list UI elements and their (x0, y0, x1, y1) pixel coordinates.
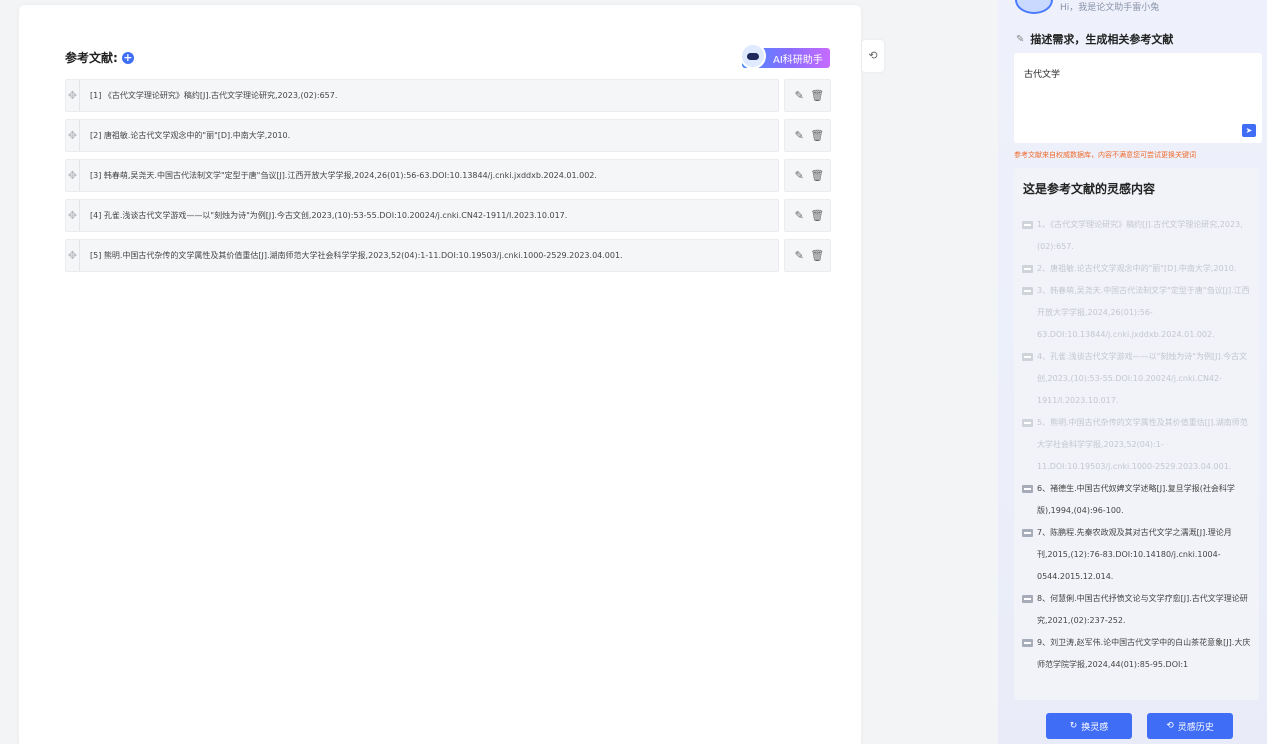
reference-actions: ✎ 🗑 (784, 239, 831, 272)
change-inspiration-label: 换灵感 (1081, 722, 1109, 733)
inspiration-text: 5、熊明.中国古代杂传的文学属性及其价值重估[J].湖南师范大学社会科学学报,2… (1037, 418, 1248, 471)
inspiration-item[interactable]: 8、何慧俐.中国古代抒愤文论与文学疗愈[J].古代文学理论研究,2021,(02… (1022, 588, 1252, 632)
send-icon[interactable]: ➤ (1242, 124, 1256, 137)
source-notice: 参考文献来自权威数据库，内容不满意您可尝试更换关键词 (1014, 151, 1196, 159)
insert-icon[interactable] (1022, 353, 1033, 361)
inspiration-item[interactable]: 5、熊明.中国古代杂传的文学属性及其价值重估[J].湖南师范大学社会科学学报,2… (1022, 412, 1252, 478)
insert-icon[interactable] (1022, 287, 1033, 295)
pen-icon: ✎ (1016, 33, 1025, 45)
inspiration-text: 1、《古代文学理论研究》稿约[J].古代文学理论研究,2023,(02):657… (1037, 220, 1243, 251)
edit-icon[interactable]: ✎ (794, 209, 805, 222)
inspiration-list: 1、《古代文学理论研究》稿约[J].古代文学理论研究,2023,(02):657… (1022, 214, 1252, 676)
assistant-avatar (1015, 0, 1053, 14)
insert-icon[interactable] (1022, 265, 1033, 273)
reference-row: ✥ [4] 孔雀.浅谈古代文学游戏——以"刻烛为诗"为例[J].今古文创,202… (65, 199, 831, 232)
delete-icon[interactable]: 🗑 (810, 249, 824, 262)
references-title: 参考文献: (65, 51, 118, 65)
reference-item[interactable]: ✥ [4] 孔雀.浅谈古代文学游戏——以"刻烛为诗"为例[J].今古文创,202… (65, 199, 779, 232)
inspiration-text: 6、褚德生.中国古代奴婢文学述略[J].复旦学报(社会科学版),1994,(04… (1037, 484, 1235, 515)
reference-row: ✥ [3] 韩春萌,吴尧天.中国古代法制文学"定型于唐"刍议[J].江西开放大学… (65, 159, 831, 192)
reference-row: ✥ [2] 唐祖敏.论古代文学观念中的"丽"[D].中南大学,2010. ✎ 🗑 (65, 119, 831, 152)
reference-text: [4] 孔雀.浅谈古代文学游戏——以"刻烛为诗"为例[J].今古文创,2023,… (90, 211, 568, 220)
insert-icon[interactable] (1022, 639, 1033, 647)
reference-actions: ✎ 🗑 (784, 119, 831, 152)
reference-actions: ✎ 🗑 (784, 199, 831, 232)
edit-icon[interactable]: ✎ (794, 169, 805, 182)
delete-icon[interactable]: 🗑 (810, 89, 824, 102)
inspiration-item[interactable]: 4、孔雀.浅谈古代文学游戏——以"刻烛为诗"为例[J].今古文创,2023,(1… (1022, 346, 1252, 412)
delete-icon[interactable]: 🗑 (810, 169, 824, 182)
reference-item[interactable]: ✥ [2] 唐祖敏.论古代文学观念中的"丽"[D].中南大学,2010. (65, 119, 779, 152)
reference-text: [1] 《古代文学理论研究》稿约[J].古代文学理论研究,2023,(02):6… (90, 91, 338, 100)
history-icon: ⟲ (1166, 721, 1174, 731)
insert-icon[interactable] (1022, 595, 1033, 603)
ai-assistant-label: AI科研助手 (773, 54, 823, 66)
inspiration-text: 7、陈鹏程.先秦农政观及其对古代文学之濡溉[J].理论月刊,2015,(12):… (1037, 528, 1232, 581)
ai-assistant-button[interactable]: AI科研助手 (740, 43, 830, 69)
requirement-input[interactable]: 古代文学 ➤ (1014, 53, 1262, 143)
reference-actions: ✎ 🗑 (784, 159, 831, 192)
inspiration-text: 8、何慧俐.中国古代抒愤文论与文学疗愈[J].古代文学理论研究,2021,(02… (1037, 594, 1248, 625)
edit-icon[interactable]: ✎ (794, 89, 805, 102)
inspiration-history-label: 灵感历史 (1177, 722, 1214, 733)
need-title-text: 描述需求，生成相关参考文献 (1030, 33, 1174, 46)
change-inspiration-button[interactable]: ↻ 换灵感 (1046, 713, 1132, 739)
inspiration-item[interactable]: 6、褚德生.中国古代奴婢文学述略[J].复旦学报(社会科学版),1994,(04… (1022, 478, 1252, 522)
reference-row: ✥ [1] 《古代文学理论研究》稿约[J].古代文学理论研究,2023,(02)… (65, 79, 831, 112)
reference-row: ✥ [5] 熊明.中国古代杂传的文学属性及其价值重估[J].湖南师范大学社会科学… (65, 239, 831, 272)
drag-handle-icon[interactable]: ✥ (66, 200, 80, 231)
refresh-icon: ↻ (1069, 721, 1078, 731)
drag-handle-icon[interactable]: ✥ (66, 120, 80, 151)
reference-actions: ✎ 🗑 (784, 79, 831, 112)
reference-item[interactable]: ✥ [3] 韩春萌,吴尧天.中国古代法制文学"定型于唐"刍议[J].江西开放大学… (65, 159, 779, 192)
inspiration-item[interactable]: 2、唐祖敏.论古代文学观念中的"丽"[D].中南大学,2010. (1022, 258, 1252, 280)
inspiration-box: 这是参考文献的灵感内容 1、《古代文学理论研究》稿约[J].古代文学理论研究,2… (1014, 168, 1259, 700)
drag-handle-icon[interactable]: ✥ (66, 160, 80, 191)
add-icon[interactable]: + (121, 51, 134, 64)
reference-card: 参考文献: + AI科研助手 ✥ [1] 《古代文学理论研究》稿约[J].古代文… (19, 5, 861, 744)
reference-item[interactable]: ✥ [1] 《古代文学理论研究》稿约[J].古代文学理论研究,2023,(02)… (65, 79, 779, 112)
edit-icon[interactable]: ✎ (794, 129, 805, 142)
assistant-panel: Hi，我是论文助手雷小兔 ✎ 描述需求，生成相关参考文献 古代文学 ➤ 参考文献… (998, 0, 1267, 744)
inspiration-text: 2、唐祖敏.论古代文学观念中的"丽"[D].中南大学,2010. (1037, 264, 1237, 273)
inspiration-text: 3、韩春萌,吴尧天.中国古代法制文学"定型于唐"刍议[J].江西开放大学学报,2… (1037, 286, 1250, 339)
inspiration-item[interactable]: 3、韩春萌,吴尧天.中国古代法制文学"定型于唐"刍议[J].江西开放大学学报,2… (1022, 280, 1252, 346)
greeting-text: Hi，我是论文助手雷小兔 (1060, 3, 1160, 13)
insert-icon[interactable] (1022, 221, 1033, 229)
insert-icon[interactable] (1022, 419, 1033, 427)
reference-text: [2] 唐祖敏.论古代文学观念中的"丽"[D].中南大学,2010. (90, 131, 291, 140)
delete-icon[interactable]: 🗑 (810, 209, 824, 222)
robot-icon (740, 43, 766, 69)
panel-buttons: ↻ 换灵感 ⟲ 灵感历史 (1046, 713, 1248, 739)
requirement-input-value[interactable]: 古代文学 (1024, 67, 1060, 80)
reference-item[interactable]: ✥ [5] 熊明.中国古代杂传的文学属性及其价值重估[J].湖南师范大学社会科学… (65, 239, 779, 272)
inspiration-text: 4、孔雀.浅谈古代文学游戏——以"刻烛为诗"为例[J].今古文创,2023,(1… (1037, 352, 1248, 405)
inspiration-title: 这是参考文献的灵感内容 (1023, 182, 1156, 196)
inspiration-item[interactable]: 7、陈鹏程.先秦农政观及其对古代文学之濡溉[J].理论月刊,2015,(12):… (1022, 522, 1252, 588)
insert-icon[interactable] (1022, 529, 1033, 537)
history-icon[interactable]: ⟲ (862, 40, 884, 72)
reference-text: [5] 熊明.中国古代杂传的文学属性及其价值重估[J].湖南师范大学社会科学学报… (90, 251, 623, 260)
reference-list: ✥ [1] 《古代文学理论研究》稿约[J].古代文学理论研究,2023,(02)… (65, 79, 831, 279)
inspiration-item[interactable]: 1、《古代文学理论研究》稿约[J].古代文学理论研究,2023,(02):657… (1022, 214, 1252, 258)
edit-icon[interactable]: ✎ (794, 249, 805, 262)
references-header: 参考文献: + (65, 49, 134, 66)
insert-icon[interactable] (1022, 485, 1033, 493)
delete-icon[interactable]: 🗑 (810, 129, 824, 142)
drag-handle-icon[interactable]: ✥ (66, 240, 80, 271)
inspiration-item[interactable]: 9、刘卫涛,赵军伟.论中国古代文学中的白山茶花意象[J].大庆师范学院学报,20… (1022, 632, 1252, 676)
need-title: ✎ 描述需求，生成相关参考文献 (1016, 31, 1173, 47)
inspiration-history-button[interactable]: ⟲ 灵感历史 (1147, 713, 1233, 739)
reference-text: [3] 韩春萌,吴尧天.中国古代法制文学"定型于唐"刍议[J].江西开放大学学报… (90, 171, 597, 180)
drag-handle-icon[interactable]: ✥ (66, 80, 80, 111)
inspiration-text: 9、刘卫涛,赵军伟.论中国古代文学中的白山茶花意象[J].大庆师范学院学报,20… (1037, 638, 1251, 669)
